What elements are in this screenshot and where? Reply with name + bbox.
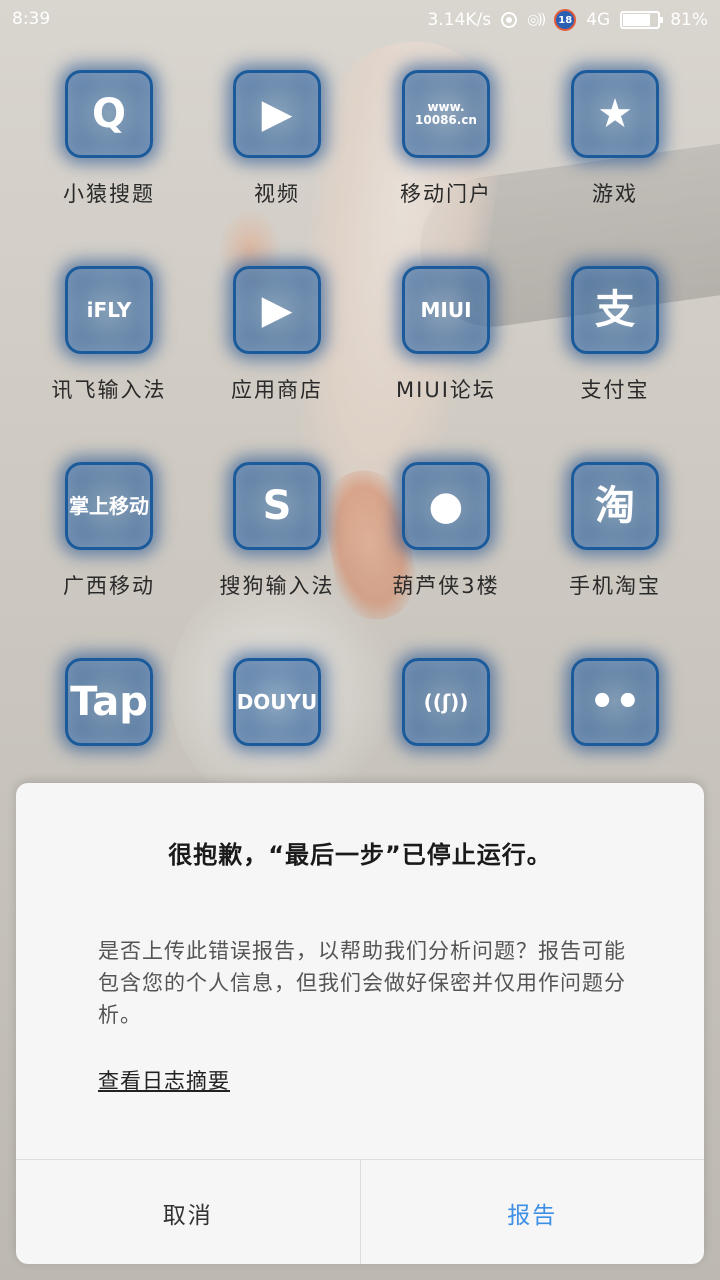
video-camera-icon[interactable]: ▶ [233,70,321,158]
status-time: 8:39 [12,9,51,29]
app-star[interactable]: ★ 游戏 [530,70,700,208]
icon-glyph: 淘 [595,483,635,529]
app-video-camera[interactable]: ▶ 视频 [192,70,362,208]
battery-level [623,14,651,26]
icon-glyph: 掌上移动 [69,493,149,518]
app-label: 搜狗输入法 [219,574,335,598]
wifi-signal-icon[interactable]: ((ʃ)) [402,658,490,746]
china-mobile-icon[interactable]: 掌上移动 [65,462,153,550]
battery-icon [620,11,664,29]
star-icon[interactable]: ★ [571,70,659,158]
icon-glyph: iFLY [86,297,132,322]
hotspot-icon: ◎)) [527,12,546,28]
ifly-icon[interactable]: iFLY [65,266,153,354]
gourd-icon[interactable]: ● [402,462,490,550]
app-search-q[interactable]: Q 小猿搜题 [24,70,194,208]
app-alipay[interactable]: 支支付宝 [530,266,700,404]
app-label: 小猿搜题 [63,182,155,206]
icon-glyph: ★ [597,91,633,137]
dialog-title: 很抱歉，“最后一步”已停止运行。 [168,841,552,869]
app-gourd[interactable]: ● 葫芦侠3楼 [361,462,531,600]
icon-glyph: 支 [595,287,635,333]
dialog-buttons: 取消 报告 [16,1159,704,1264]
app-label: 广西移动 [63,574,155,598]
app-china-mobile[interactable]: 掌上移动 广西移动 [24,462,194,600]
app-label: 应用商店 [231,378,323,402]
app-label: 视频 [254,182,300,206]
icon-glyph: ((ʃ)) [423,689,469,714]
battery-percent: 81% [670,10,708,30]
app-douyu[interactable]: DOUYU [192,658,362,746]
notification-badge: 18 [554,9,577,31]
app-portal-cursor[interactable]: www. 10086.cn 移动门户 [361,70,531,208]
status-bar: 8:39 3.14K/s ◎)) 18 4G 81% [0,0,720,40]
icon-glyph: Tap [70,679,148,725]
cancel-button[interactable]: 取消 [16,1160,361,1264]
icon-glyph: ▶ [261,287,293,333]
icon-glyph: •• [589,679,641,725]
network-type: 4G [586,10,611,30]
icon-glyph: DOUYU [236,689,318,714]
app-label: 游戏 [592,182,638,206]
app-store-bag[interactable]: ▶ 应用商店 [192,266,362,404]
app-label: 讯飞输入法 [51,378,167,402]
dialog-message: 是否上传此错误报告，以帮助我们分析问题？报告可能包含您的个人信息，但我们会做好保… [98,939,626,1027]
net-speed: 3.14K/s [427,10,492,30]
icon-glyph: ▶ [261,91,293,137]
location-icon [501,12,518,28]
icon-glyph: www. 10086.cn [415,100,477,127]
report-button[interactable]: 报告 [361,1160,705,1264]
miui-forum-icon[interactable]: MIUI [402,266,490,354]
status-right: 3.14K/s ◎)) 18 4G 81% [427,9,708,31]
taptap-icon[interactable]: Tap [65,658,153,746]
app-label: 支付宝 [580,378,650,402]
app-ifly[interactable]: iFLY 讯飞输入法 [24,266,194,404]
sogou-icon[interactable]: S [233,462,321,550]
icon-glyph: Q [91,91,126,137]
search-q-icon[interactable]: Q [65,70,153,158]
icon-glyph: S [262,483,292,529]
app-wifi-signal[interactable]: ((ʃ)) [361,658,531,746]
app-label: 葫芦侠3楼 [392,574,500,598]
icon-glyph: ● [428,483,464,529]
app-taobao[interactable]: 淘手机淘宝 [530,462,700,600]
app-wechat[interactable]: •• [530,658,700,746]
douyu-icon[interactable]: DOUYU [233,658,321,746]
app-miui-forum[interactable]: MIUI MIUI论坛 [361,266,531,404]
view-log-link[interactable]: 查看日志摘要 [98,1065,230,1095]
taobao-icon[interactable]: 淘 [571,462,659,550]
crash-dialog: 很抱歉，“最后一步”已停止运行。 是否上传此错误报告，以帮助我们分析问题？报告可… [16,783,704,1264]
icon-glyph: MIUI [420,297,472,322]
app-sogou[interactable]: S 搜狗输入法 [192,462,362,600]
app-label: MIUI论坛 [396,378,496,402]
alipay-icon[interactable]: 支 [571,266,659,354]
portal-cursor-icon[interactable]: www. 10086.cn [402,70,490,158]
wechat-icon[interactable]: •• [571,658,659,746]
app-label: 手机淘宝 [569,574,661,598]
store-bag-icon[interactable]: ▶ [233,266,321,354]
app-taptap[interactable]: Tap [24,658,194,746]
app-label: 移动门户 [400,182,492,206]
